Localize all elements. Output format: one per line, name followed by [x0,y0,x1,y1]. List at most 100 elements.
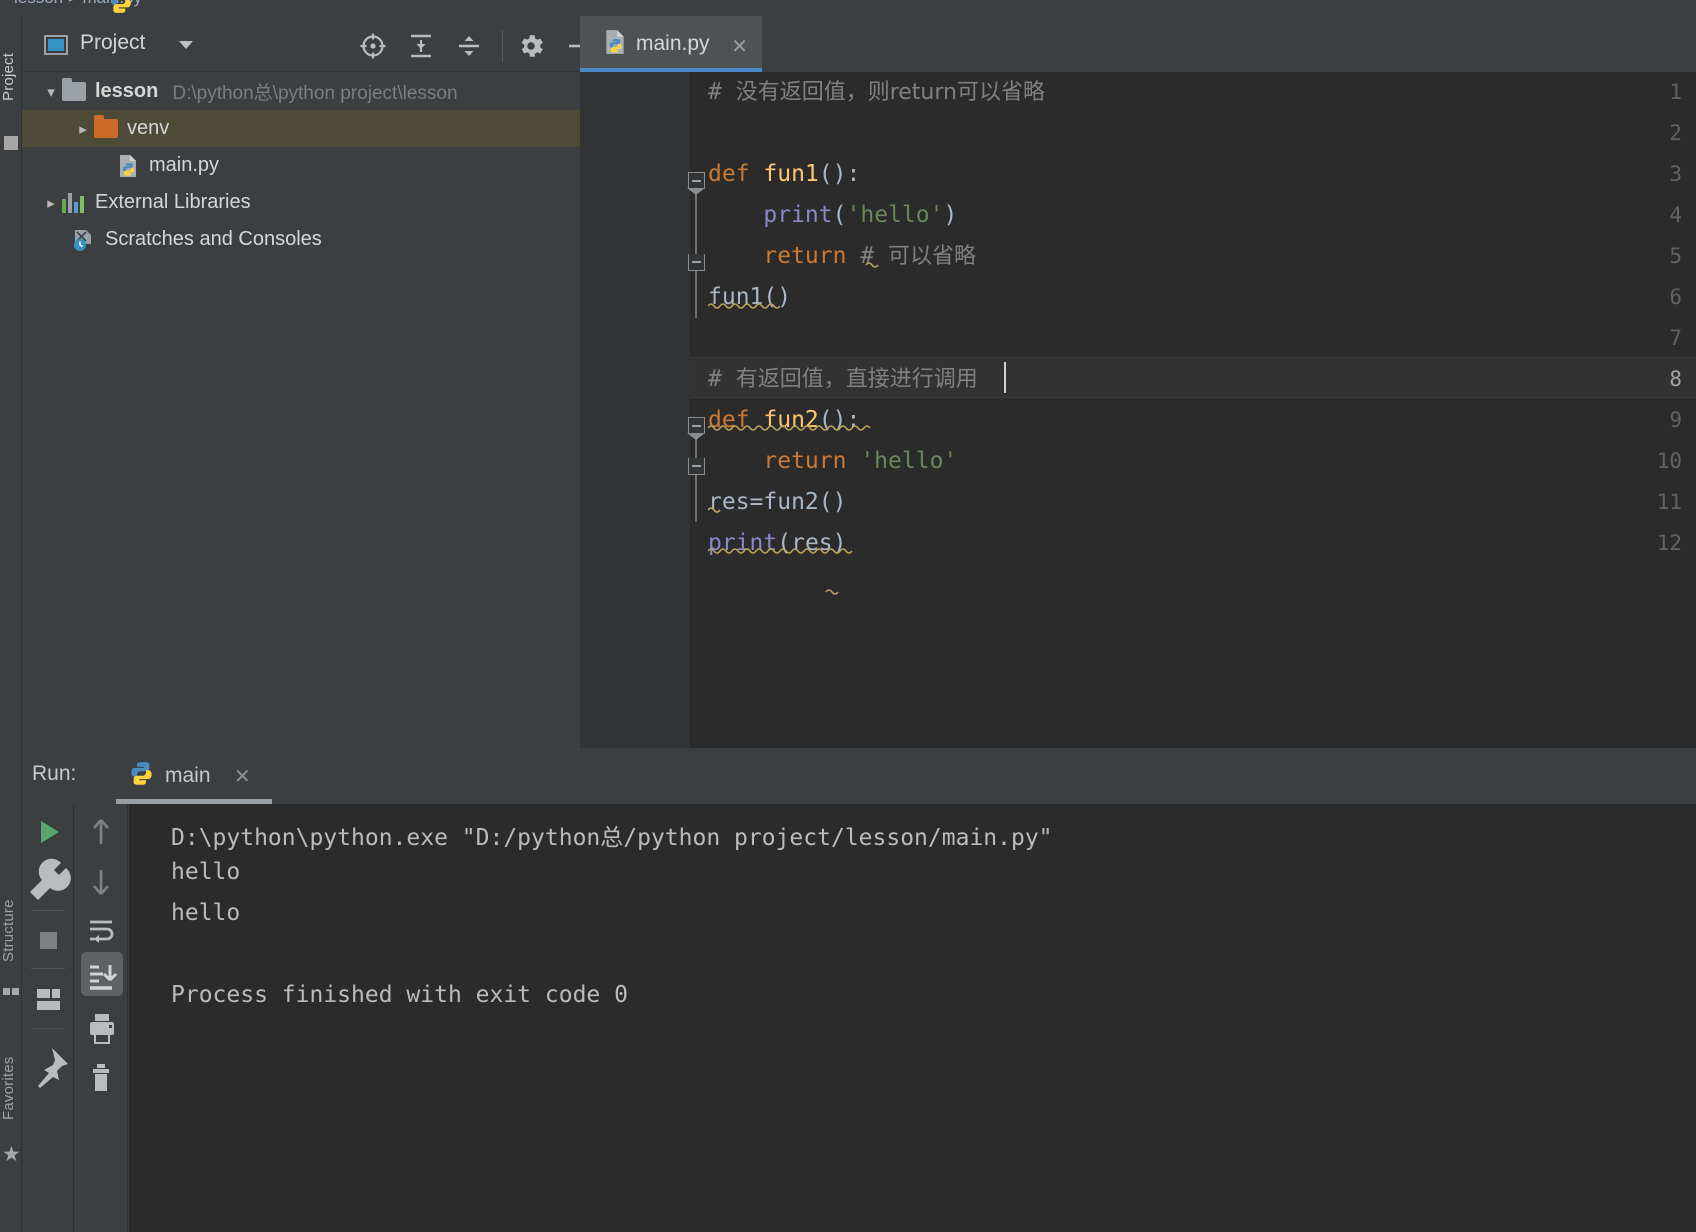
tree-item-label: Scratches and Consoles [105,228,322,250]
run-toolbar-left [22,804,74,1232]
code-line[interactable]: def fun1(): [708,154,860,195]
close-icon[interactable]: ✕ [731,34,748,59]
code-line[interactable]: # 有返回值，直接进行调用 [708,359,978,400]
print-icon[interactable] [75,1004,127,1052]
code-editor[interactable]: 1 2 3 4 5 6 7 8 9 10 11 12 # 没有返回值，则return可以省略 def f… [580,72,1696,748]
arrow-down-icon[interactable] [75,858,127,906]
run-panel-header: Run: main ✕ [22,748,1696,804]
collapse-all-icon[interactable] [452,31,486,61]
libraries-icon [62,192,86,213]
python-icon [128,760,155,792]
toolbar-divider [502,30,503,62]
code-token: fun2 [763,407,819,433]
console-line: D:\python\python.exe "D:/python总/python … [171,825,1053,851]
chevron-down-icon[interactable] [40,83,62,101]
code-line[interactable]: res=fun2() [708,482,846,523]
tree-item-path: D:\python总\python project\lesson [172,83,458,104]
code-token: def [708,407,764,433]
scratches-icon [72,229,96,251]
code-token: def [708,161,764,187]
code-token: print [708,530,778,556]
fold-marker-collapse[interactable] [687,172,706,195]
code-line[interactable]: return 'hello' [708,441,957,482]
python-file-icon [116,154,140,178]
code-line[interactable]: return # 可以省略 [708,236,976,277]
tool-window-structure[interactable]: Structure [0,878,22,983]
trash-icon[interactable] [75,1054,127,1102]
fold-marker-collapse[interactable] [687,417,706,440]
fold-markers[interactable] [684,72,708,748]
run-icon[interactable] [22,808,74,856]
tree-item-scratches[interactable]: Scratches and Consoles [22,221,580,258]
tree-item-lesson[interactable]: lesson D:\python总\python project\lesson [22,73,580,110]
stop-icon[interactable] [22,916,74,964]
text-caret [1004,362,1006,393]
tree-item-label: venv [127,117,170,139]
scroll-to-end-icon[interactable] [75,954,127,1002]
chevron-right-icon[interactable] [72,120,94,138]
wrench-icon[interactable] [22,858,74,906]
tab-main-py[interactable]: main.py ✕ [580,16,762,72]
code-token: res=fun2() [708,489,847,515]
tree-item-external-libraries[interactable]: External Libraries [22,184,580,221]
code-token: (res) [777,530,847,556]
locate-icon[interactable] [356,31,390,61]
tab-label: main.py [636,32,710,55]
code-line[interactable]: print('hello') [708,195,957,236]
tool-window-project[interactable]: Project [0,22,22,132]
code-token: fun1 [763,161,819,187]
code-line[interactable]: def fun2(): [708,400,860,441]
python-file-icon [111,0,131,13]
code-token: # [708,79,736,105]
tree-item-venv[interactable]: venv [22,110,580,147]
code-token: return [763,448,861,474]
folder-icon [62,78,86,101]
project-view-icon [44,35,68,55]
tree-item-main-py[interactable]: main.py [22,147,580,184]
code-token: print [763,202,833,228]
code-token: 有返回值，直接进行调用 [735,367,978,392]
code-token: (): [818,407,861,433]
code-token: return [763,243,861,269]
chevron-right-icon[interactable] [40,194,62,212]
code-token: ( [832,202,847,228]
run-label: Run: [32,762,77,785]
code-line[interactable]: fun1() [708,277,791,318]
settings-gear-icon[interactable] [514,31,548,61]
tree-item-label: External Libraries [95,191,251,213]
tool-window-favorites[interactable]: Favorites [0,1038,22,1138]
pin-icon[interactable] [22,1044,74,1092]
python-file-icon [602,29,628,60]
fold-marker-end[interactable] [688,254,705,271]
editor-tab-bar: main.py ✕ [580,16,1696,72]
code-line[interactable]: # 没有返回值，则return可以省略 [708,72,1045,113]
pycharm-window: lesson > main.py Project Structure Favor… [0,0,1696,1232]
tree-item-label: lesson [95,80,159,102]
chevron-down-icon[interactable] [179,41,193,49]
console-line: Process finished with exit code 0 [171,982,628,1008]
project-panel-title: Project [80,31,146,54]
arrow-up-icon[interactable] [75,808,127,856]
layout-icon[interactable] [22,976,74,1024]
code-token: # [708,366,736,392]
editor-gutter[interactable] [580,72,690,748]
code-token: ) [943,202,958,228]
structure-icon-a [3,988,10,995]
project-panel-header: Project [22,16,589,72]
code-lines[interactable]: # 没有返回值，则return可以省略 def fun1(): print('he… [708,72,1696,748]
soft-wrap-icon[interactable] [75,908,127,956]
code-token: 'hello' [846,202,944,228]
project-panel: Project ▾ lesson D:\python总\python proje… [22,16,589,748]
run-console-output[interactable]: D:\python\python.exe "D:/python总/python … [129,804,1696,1232]
project-window-icon [4,136,18,150]
expand-all-icon[interactable] [404,31,438,61]
run-tab-label: main [165,764,211,787]
code-token: fun1() [708,284,792,310]
code-token: 可以省略 [888,244,977,269]
fold-marker-end[interactable] [688,458,705,475]
code-line[interactable]: print(res) [708,523,847,564]
left-tool-strip: Project Structure Favorites ★ [0,16,22,1232]
close-icon[interactable]: ✕ [234,764,251,789]
